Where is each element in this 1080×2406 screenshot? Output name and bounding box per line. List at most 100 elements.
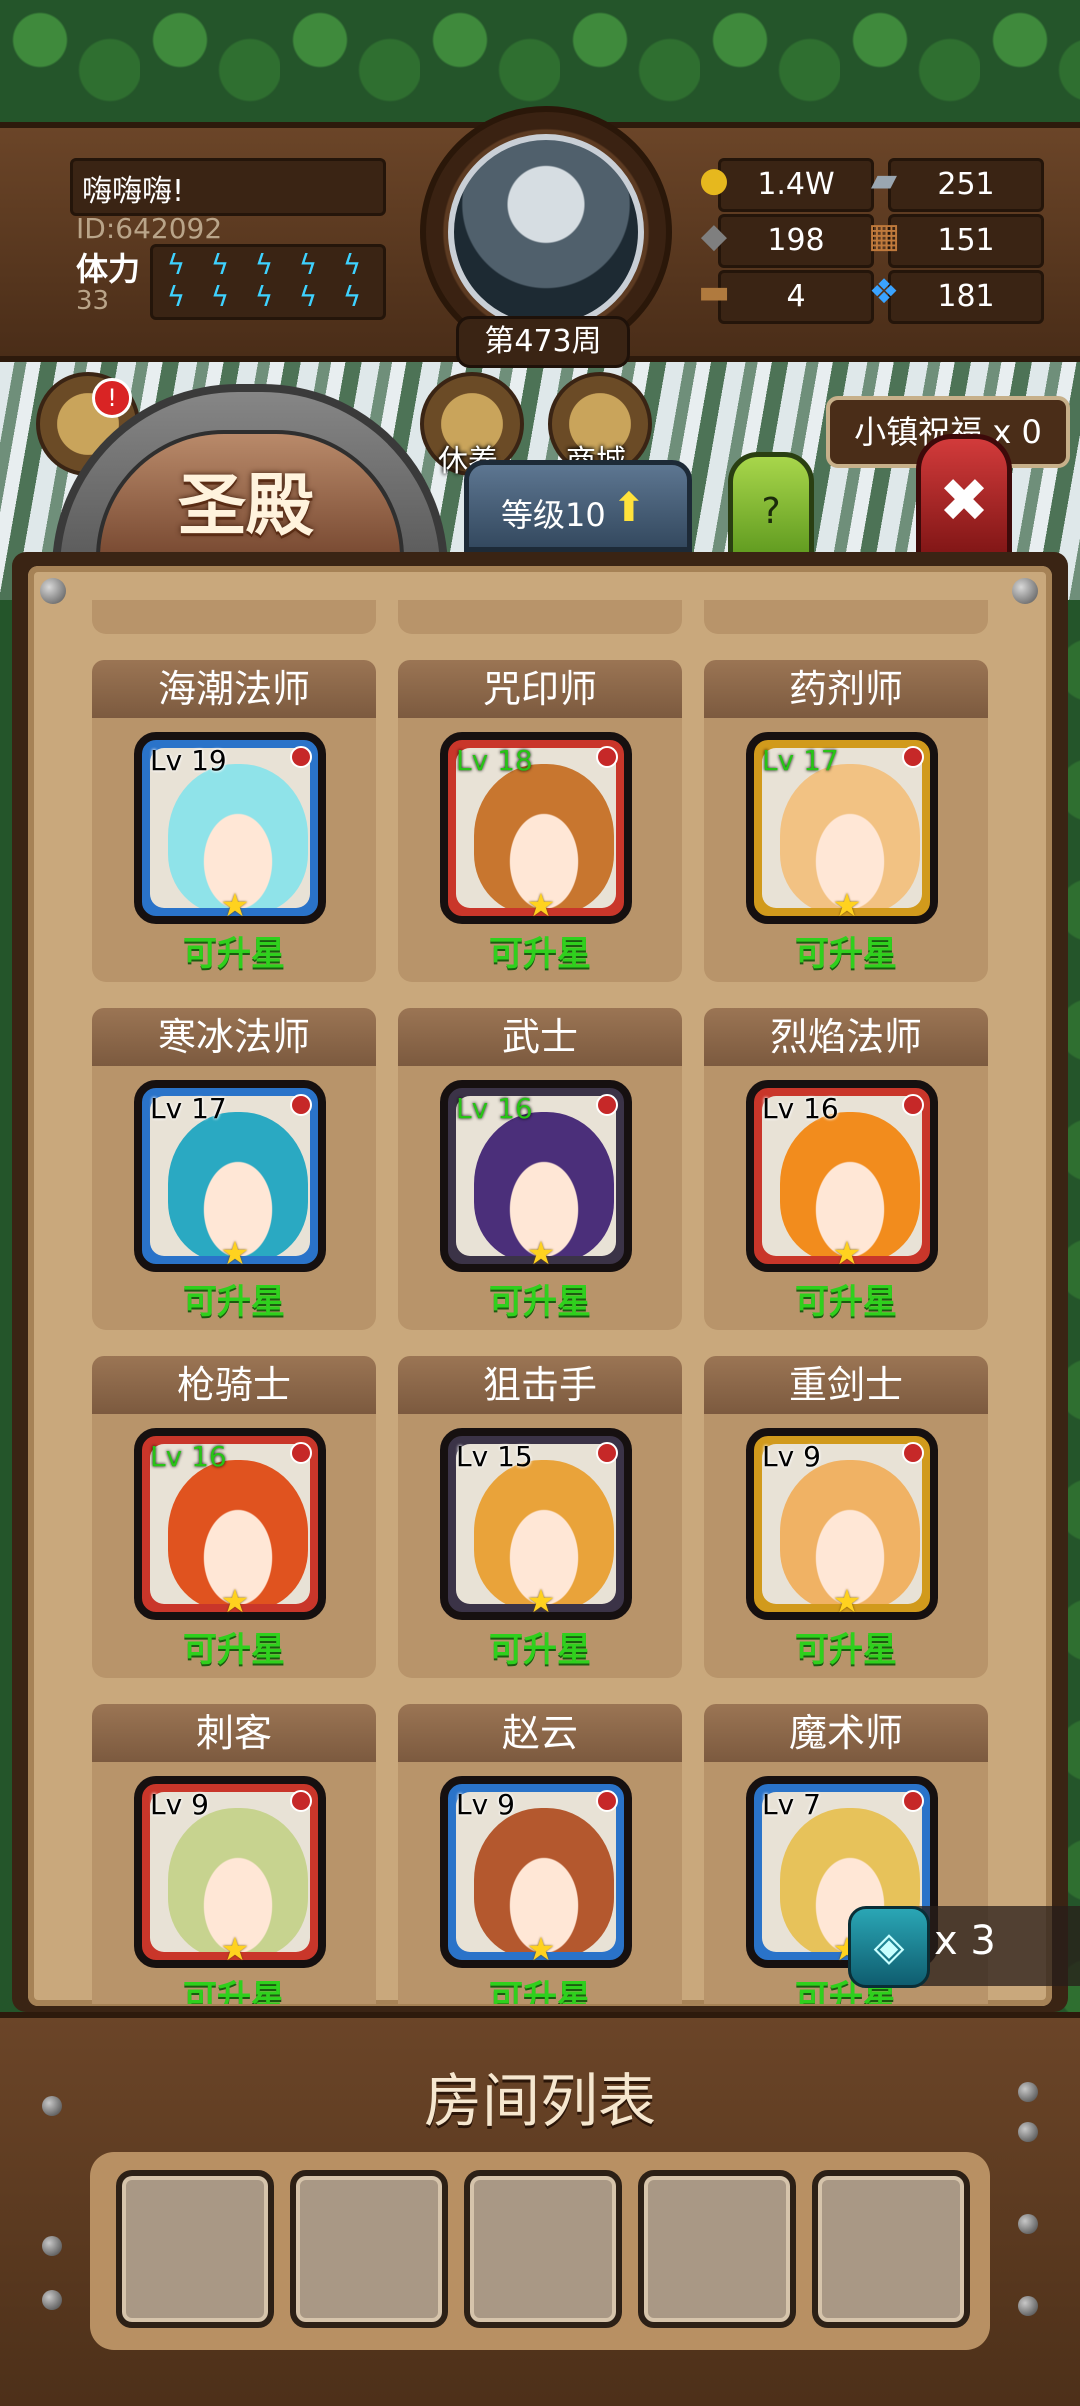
hero-card[interactable]: 烈焰法师 Lv 16 ★ 可升星 — [704, 1008, 988, 1330]
rivet-icon — [1018, 2122, 1038, 2142]
upgrade-star-status: 可升星 — [489, 934, 591, 974]
stamina-bolt-icon: ϟ — [166, 248, 186, 281]
resource-item[interactable]: 198 ◆ — [701, 214, 874, 268]
rivet-icon — [1018, 2214, 1038, 2234]
resource-item[interactable]: 251 ▰ — [871, 158, 1044, 212]
hero-card[interactable]: 药剂师 Lv 17 ★ 可升星 — [704, 660, 988, 982]
stamina-bolt-icon: ϟ — [342, 280, 362, 313]
help-button[interactable]: ? — [728, 452, 814, 562]
hero-card[interactable]: 海潮法师 Lv 19 ★ 可升星 — [92, 660, 376, 982]
hero-portrait[interactable]: Lv 17 ★ — [746, 732, 938, 924]
room-slot[interactable] — [812, 2170, 970, 2328]
hero-name: 赵云 — [398, 1704, 682, 1762]
hero-card[interactable]: 寒冰法师 Lv 17 ★ 可升星 — [92, 1008, 376, 1330]
level-tab[interactable]: 等级10 — [464, 460, 692, 552]
wood-log-icon: ▬ — [697, 272, 731, 312]
avatar[interactable] — [448, 134, 644, 330]
stamina-bolt-icon: ϟ — [298, 248, 318, 281]
hero-portrait[interactable]: Lv 9 ★ — [746, 1428, 938, 1620]
hero-name: 寒冰法师 — [92, 1008, 376, 1066]
player-name: 嗨嗨嗨! — [82, 174, 185, 209]
rivet-icon — [42, 2290, 62, 2310]
upgrade-star-status: 可升星 — [795, 1630, 897, 1670]
hero-name: 海潮法师 — [92, 660, 376, 718]
stamina-bolt-icon: ϟ — [254, 248, 274, 281]
room-slot[interactable] — [464, 2170, 622, 2328]
level-up-arrow-icon: ⬆ — [612, 485, 646, 531]
stamina-bar: ϟϟϟϟϟϟϟϟϟϟ — [150, 244, 386, 320]
notification-dot-icon — [290, 1094, 312, 1116]
resource-item[interactable]: 1.4W ● — [699, 158, 874, 212]
star-icon: ★ — [526, 886, 556, 924]
hero-card[interactable] — [398, 600, 682, 634]
resource-item[interactable]: 151 ▦ — [868, 214, 1044, 268]
upgrade-star-status: 可升星 — [489, 1978, 591, 2004]
hero-level: Lv 19 — [150, 744, 227, 777]
hero-card[interactable] — [92, 600, 376, 634]
upgrade-star-status: 可升星 — [183, 934, 285, 974]
star-icon: ★ — [220, 1234, 250, 1272]
hero-name: 武士 — [398, 1008, 682, 1066]
hero-portrait[interactable]: Lv 18 ★ — [440, 732, 632, 924]
hero-name: 药剂师 — [704, 660, 988, 718]
notification-dot-icon — [596, 746, 618, 768]
hero-card[interactable]: 狙击手 Lv 15 ★ 可升星 — [398, 1356, 682, 1678]
hero-portrait[interactable]: Lv 17 ★ — [134, 1080, 326, 1272]
room-slot[interactable] — [116, 2170, 274, 2328]
notification-dot-icon — [290, 1442, 312, 1464]
resource-item[interactable]: 181 ❖ — [869, 270, 1044, 324]
stamina-label: 体力 — [76, 250, 141, 288]
hero-card[interactable]: 刺客 Lv 9 ★ 可升星 — [92, 1704, 376, 2004]
room-slot[interactable] — [638, 2170, 796, 2328]
hero-level: Lv 16 — [762, 1092, 839, 1125]
star-icon: ★ — [220, 1930, 250, 1968]
notification-dot-icon — [290, 746, 312, 768]
ore-stone-icon: ◆ — [700, 216, 728, 256]
star-icon: ★ — [832, 1582, 862, 1620]
hero-portrait[interactable]: Lv 15 ★ — [440, 1428, 632, 1620]
hero-level: Lv 15 — [456, 1440, 533, 1473]
upgrade-star-status: 可升星 — [489, 1282, 591, 1322]
upgrade-star-status: 可升星 — [183, 1978, 285, 2004]
hero-card[interactable]: 武士 Lv 16 ★ 可升星 — [398, 1008, 682, 1330]
hero-portrait[interactable]: Lv 19 ★ — [134, 732, 326, 924]
upgrade-star-status: 可升星 — [183, 1630, 285, 1670]
hero-card[interactable]: 咒印师 Lv 18 ★ 可升星 — [398, 660, 682, 982]
hero-portrait[interactable]: Lv 9 ★ — [134, 1776, 326, 1968]
star-icon: ★ — [526, 1234, 556, 1272]
hero-level: Lv 18 — [456, 744, 533, 777]
stamina-bolt-icon: ϟ — [254, 280, 274, 313]
star-icon: ★ — [832, 1234, 862, 1272]
stamina-bolt-icon: ϟ — [210, 248, 230, 281]
hero-level: Lv 16 — [456, 1092, 533, 1125]
room-slot[interactable] — [290, 2170, 448, 2328]
rune-stone-icon[interactable]: ◈ — [848, 1906, 930, 1988]
hero-card[interactable]: 重剑士 Lv 9 ★ 可升星 — [704, 1356, 988, 1678]
hero-portrait[interactable]: Lv 9 ★ — [440, 1776, 632, 1968]
star-icon: ★ — [526, 1582, 556, 1620]
stamina-bolt-icon: ϟ — [298, 280, 318, 313]
hero-portrait[interactable]: Lv 16 ★ — [746, 1080, 938, 1272]
hero-card[interactable]: 枪骑士 Lv 16 ★ 可升星 — [92, 1356, 376, 1678]
hero-portrait[interactable]: Lv 16 ★ — [134, 1428, 326, 1620]
resource-item[interactable]: 4 ▬ — [698, 270, 874, 324]
room-list-title: 房间列表 — [423, 2067, 656, 2135]
hero-grid[interactable]: 海潮法师 Lv 19 ★ 可升星 咒印师 Lv 18 ★ 可升星 药剂师 Lv 17 ★ 可升星 寒冰法… — [52, 600, 1028, 2004]
rivet-icon — [1018, 2296, 1038, 2316]
notification-dot-icon — [902, 1094, 924, 1116]
notification-dot-icon — [902, 1790, 924, 1812]
stamina-bolt-icon: ϟ — [210, 280, 230, 313]
rivet-icon — [42, 2096, 62, 2116]
hero-portrait[interactable]: Lv 16 ★ — [440, 1080, 632, 1272]
hero-card[interactable] — [704, 600, 988, 634]
page-title: 圣殿 — [177, 467, 314, 546]
upgrade-star-status: 可升星 — [795, 934, 897, 974]
hero-card[interactable]: 赵云 Lv 9 ★ 可升星 — [398, 1704, 682, 2004]
close-button[interactable]: ✖ — [916, 434, 1012, 562]
floating-item-count: x 3 — [934, 1918, 996, 1964]
hero-level: Lv 17 — [762, 744, 839, 777]
notification-dot-icon — [902, 1442, 924, 1464]
notification-dot-icon — [596, 1442, 618, 1464]
hero-level: Lv 9 — [150, 1788, 209, 1821]
notification-dot-icon — [596, 1790, 618, 1812]
